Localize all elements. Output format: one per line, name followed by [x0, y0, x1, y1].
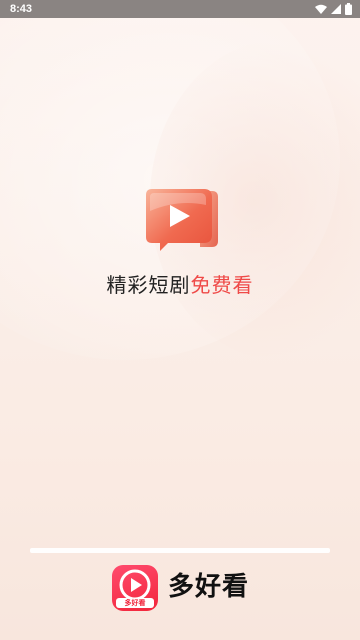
- divider-bar: [30, 548, 330, 553]
- background-glow: [0, 0, 340, 360]
- wifi-icon: [315, 4, 327, 14]
- slogan: 精彩短剧免费看: [0, 271, 360, 299]
- app-logo-icon: 多好看: [112, 565, 158, 611]
- battery-icon: [345, 3, 352, 15]
- status-time: 8:43: [10, 3, 33, 15]
- brand-name: 多好看: [168, 572, 250, 602]
- status-bar: 8:43: [0, 0, 360, 18]
- slogan-text: 精彩短剧: [106, 273, 191, 297]
- splash-screen: 8:43 精彩短剧免费看 多好看 多好看: [0, 0, 360, 640]
- status-icons: [315, 3, 352, 15]
- signal-icon: [331, 4, 341, 14]
- video-play-icon: [138, 185, 222, 255]
- slogan-highlight: 免费看: [190, 273, 254, 297]
- app-logo-label: 多好看: [116, 598, 154, 608]
